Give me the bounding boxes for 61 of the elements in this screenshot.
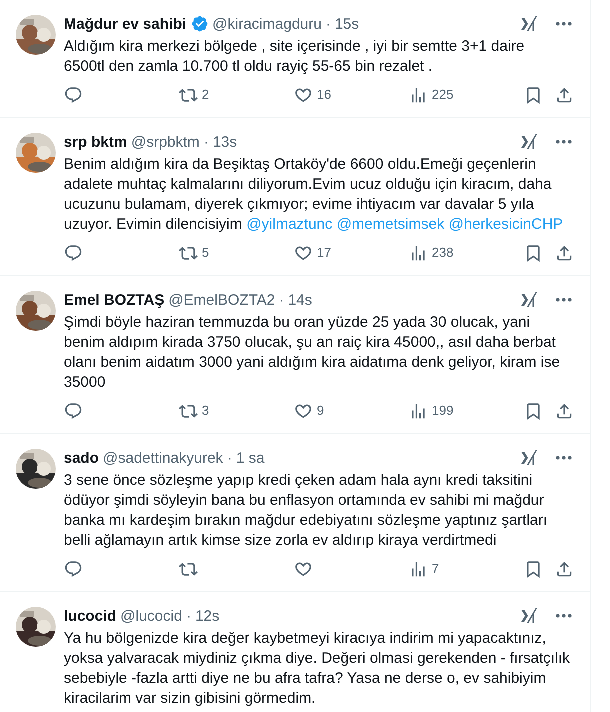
views-icon[interactable]: [409, 86, 428, 104]
more-icon[interactable]: [556, 456, 572, 460]
like-count: 9: [317, 403, 324, 419]
more-icon[interactable]: [556, 22, 572, 26]
view-count: 238: [432, 245, 454, 261]
grok-icon[interactable]: [520, 449, 538, 467]
views-icon[interactable]: [409, 244, 428, 262]
share-icon[interactable]: [555, 244, 574, 262]
grok-icon[interactable]: [520, 15, 538, 33]
author-name[interactable]: lucocid: [64, 608, 117, 624]
tweet-text: 3 sene önce sözleşme yapıp kredi çeken adam hala aynı kredi taksitini ödüyor şimdi söyleyin bana bu enflasyon ortamında ev sahibi mi mağdur banka mı kardeşim bırakın mağdur edebiyatını sözleşme yaptınız şartları belli ağlamayın artık kimse size zorla ev aldırıp kiraya verdirtmedi: [64, 471, 549, 551]
retweet-count: 3: [202, 403, 210, 419]
author-name[interactable]: srp bktm: [64, 134, 128, 150]
like-count: 16: [317, 87, 332, 103]
more-icon[interactable]: [556, 614, 572, 618]
author-name[interactable]: sado: [64, 450, 100, 466]
user-handle[interactable]: @sadettinakyurek: [103, 450, 224, 466]
bookmark-icon[interactable]: [524, 244, 543, 262]
timestamp[interactable]: 15s: [334, 16, 360, 32]
share-icon[interactable]: [555, 86, 574, 104]
views-icon[interactable]: [409, 560, 428, 578]
tweet-text: Benim aldığım kira da Beşiktaş Ortaköy'de 6600 oldu.Emeği geçenlerin adalete muhtaç kalmalarını diliyorum.Evim ucuz olduğu için kiracım, daha ucuzunu bulamam, diyerek çıkmıyor; evime ihtiyacım var davalar 5 yıla uzuyor. Evimin dilencisiyim @yilmaztunc @memetsimsek @herkesicinCHP: [64, 155, 564, 235]
reply-icon[interactable]: [64, 86, 83, 104]
share-icon[interactable]: [555, 402, 574, 420]
timestamp[interactable]: 1 sa: [236, 450, 265, 466]
more-icon[interactable]: [556, 140, 572, 144]
reply-icon[interactable]: [64, 560, 83, 578]
user-handle[interactable]: @lucocid: [120, 608, 182, 624]
timestamp[interactable]: 14s: [288, 292, 312, 308]
tweet-text: Ya hu bölgenizde kira değer kaybetmeyi kiracıya indirim mi yapacaktınız, yoksa yalvaracak miydiniz çıkma diye. Değeri olmasi gerekenden - fırsatçılık sebebiyle -fazla artti diye ne bu afra tafra? Yasa ne derse o, ev sahibiyim kiracilarim var sizin gibisini görmedim.: [64, 629, 572, 709]
author-name[interactable]: Emel BOZTAŞ: [64, 292, 165, 308]
user-handle[interactable]: @kiracimagduru: [212, 16, 322, 32]
dot-separator: ·: [204, 134, 209, 150]
bookmark-icon[interactable]: [524, 402, 543, 420]
view-count: 7: [432, 561, 440, 577]
grok-icon[interactable]: [520, 133, 538, 151]
reply-icon[interactable]: [64, 244, 83, 262]
user-handle[interactable]: @EmelBOZTA2: [168, 292, 276, 308]
tweet-text: Aldığım kira merkezi bölgede , site içerisinde , iyi bir semtte 3+1 daire 6500tl den zamla 10.700 tl oldu rayiç 55-65 bin rezalet .: [64, 37, 526, 77]
author-name[interactable]: Mağdur ev sahibi: [64, 16, 187, 32]
grok-icon[interactable]: [520, 607, 538, 625]
view-count: 199: [432, 403, 454, 419]
like-count: 17: [317, 245, 332, 261]
share-icon[interactable]: [555, 560, 574, 578]
retweet-count: 5: [202, 245, 210, 261]
timestamp[interactable]: 12s: [195, 608, 220, 624]
dot-separator: ·: [279, 292, 284, 308]
view-count: 225: [432, 87, 454, 103]
grok-icon[interactable]: [520, 291, 538, 309]
dot-separator: ·: [227, 450, 232, 466]
dot-separator: ·: [186, 608, 192, 624]
timestamp[interactable]: 13s: [212, 134, 238, 150]
views-icon[interactable]: [409, 402, 428, 420]
user-handle[interactable]: @srpbktm: [131, 134, 200, 150]
bookmark-icon[interactable]: [524, 560, 543, 578]
bookmark-icon[interactable]: [524, 86, 543, 104]
dot-separator: ·: [326, 16, 331, 32]
more-icon[interactable]: [556, 298, 572, 302]
tweet-text: Şimdi böyle haziran temmuzda bu oran yüzde 25 yada 30 olucak, yani benim aldıpım kirada 3750 olucak, şu an raiç kira 45000,, asıl daha berbat olanı benim aidatım 3000 yani aldığım kira aidatıma denk geliyor, kiram ise 35000: [64, 313, 562, 393]
reply-icon[interactable]: [64, 402, 83, 420]
retweet-count: 2: [202, 87, 210, 103]
